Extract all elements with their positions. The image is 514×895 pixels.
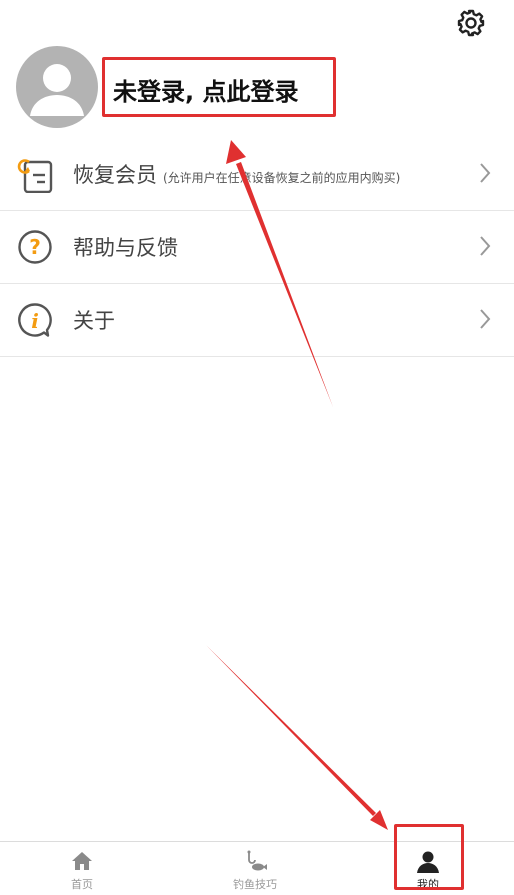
menu-item-restore-membership[interactable]: 恢复会员 (允许用户在任意设备恢复之前的应用内购买) [0,137,514,211]
avatar[interactable] [16,46,98,128]
menu-item-label: 关于 [73,309,115,333]
gear-icon [457,9,485,37]
tab-home[interactable]: 首页 [22,842,142,895]
chevron-right-icon [480,236,491,256]
highlight-box [394,824,464,890]
menu-item-help[interactable]: ? 帮助与反馈 [0,210,514,284]
svg-text:?: ? [29,235,41,259]
user-avatar-icon [30,64,84,116]
menu-item-sub: (允许用户在任意设备恢复之前的应用内购买) [163,171,401,185]
tab-fishing-tips[interactable]: 钓鱼技巧 [195,842,315,895]
help-icon: ? [18,230,52,264]
fishing-icon [247,850,267,871]
menu-item-about[interactable]: i 关于 [0,283,514,357]
arrow-to-mine-tab [206,645,388,830]
menu-item-label: 帮助与反馈 [73,236,178,260]
chevron-right-icon [480,163,491,183]
tab-label: 钓鱼技巧 [233,878,277,891]
login-prompt[interactable]: 未登录, 点此登录 [102,57,336,117]
info-icon: i [18,303,52,337]
annotation-arrows [206,140,388,830]
home-icon [72,852,92,870]
menu-item-label: 恢复会员 [73,163,157,187]
restore-membership-icon [17,159,53,193]
login-text: 未登录, 点此登录 [113,78,299,106]
tab-label: 首页 [71,878,93,891]
settings-button[interactable] [456,8,486,38]
chevron-right-icon [480,309,491,329]
svg-text:i: i [31,309,39,333]
